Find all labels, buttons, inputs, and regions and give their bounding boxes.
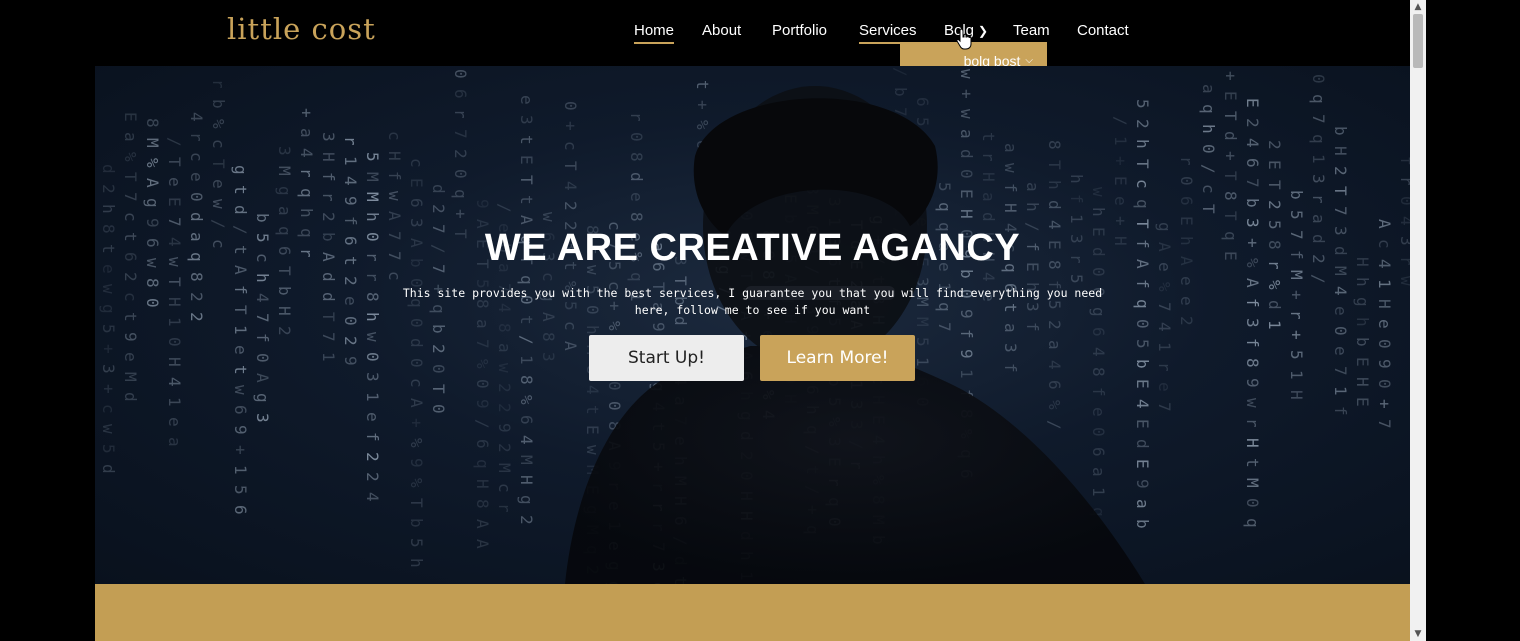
nav-home-label: Home — [634, 22, 675, 39]
nav-team-label: Team — [1013, 22, 1050, 39]
nav-contact-label: Contact — [1077, 22, 1129, 39]
nav-services[interactable]: Services — [859, 22, 917, 44]
gold-section-band — [95, 584, 1410, 641]
hand-cursor-icon — [956, 28, 972, 50]
nav-portfolio-label: Portfolio — [772, 22, 828, 39]
outer-background — [1426, 0, 1520, 641]
nav-about[interactable]: About — [702, 22, 741, 39]
hacker-silhouette-image — [565, 86, 1145, 584]
start-up-button[interactable]: Start Up! — [589, 335, 744, 381]
nav-home[interactable]: Home — [634, 22, 675, 44]
scroll-up-icon[interactable]: ▲ — [1410, 0, 1426, 14]
scroll-down-icon[interactable]: ▼ — [1410, 627, 1426, 641]
site-logo[interactable]: little cost — [227, 12, 376, 46]
hero-subtitle-line-1: This site provides you with the best ser… — [402, 286, 1103, 300]
nav-portfolio[interactable]: Portfolio — [772, 22, 827, 39]
hero-section: d 2 h 8 t e w g 5 +3 + c w 5 d Ea% T 7 c t 6 2 c t 9 e Md 8 M% Ag 9 6 w 8… — [95, 66, 1410, 584]
hero-title: WE ARE CREATIVE AGANCY — [484, 227, 1021, 269]
learn-more-button[interactable]: Learn More! — [760, 335, 915, 381]
chevron-right-icon: ❯ — [978, 24, 989, 38]
chevron-down-icon: ⌵ — [1025, 55, 1033, 66]
nav-contact[interactable]: Contact — [1077, 22, 1129, 39]
hero-subtitle-line-2: here, follow me to see if you want — [634, 303, 871, 317]
nav-team[interactable]: Team — [1013, 22, 1050, 39]
vertical-scrollbar[interactable]: ▲ ▼ — [1410, 0, 1426, 641]
hero-subtitle: This site provides you with the best ser… — [375, 285, 1130, 319]
page: little cost Home About Portfolio Service… — [0, 0, 1410, 641]
nav-about-label: About — [702, 22, 742, 39]
nav-services-label: Services — [859, 22, 917, 39]
scrollbar-thumb[interactable] — [1413, 14, 1423, 68]
